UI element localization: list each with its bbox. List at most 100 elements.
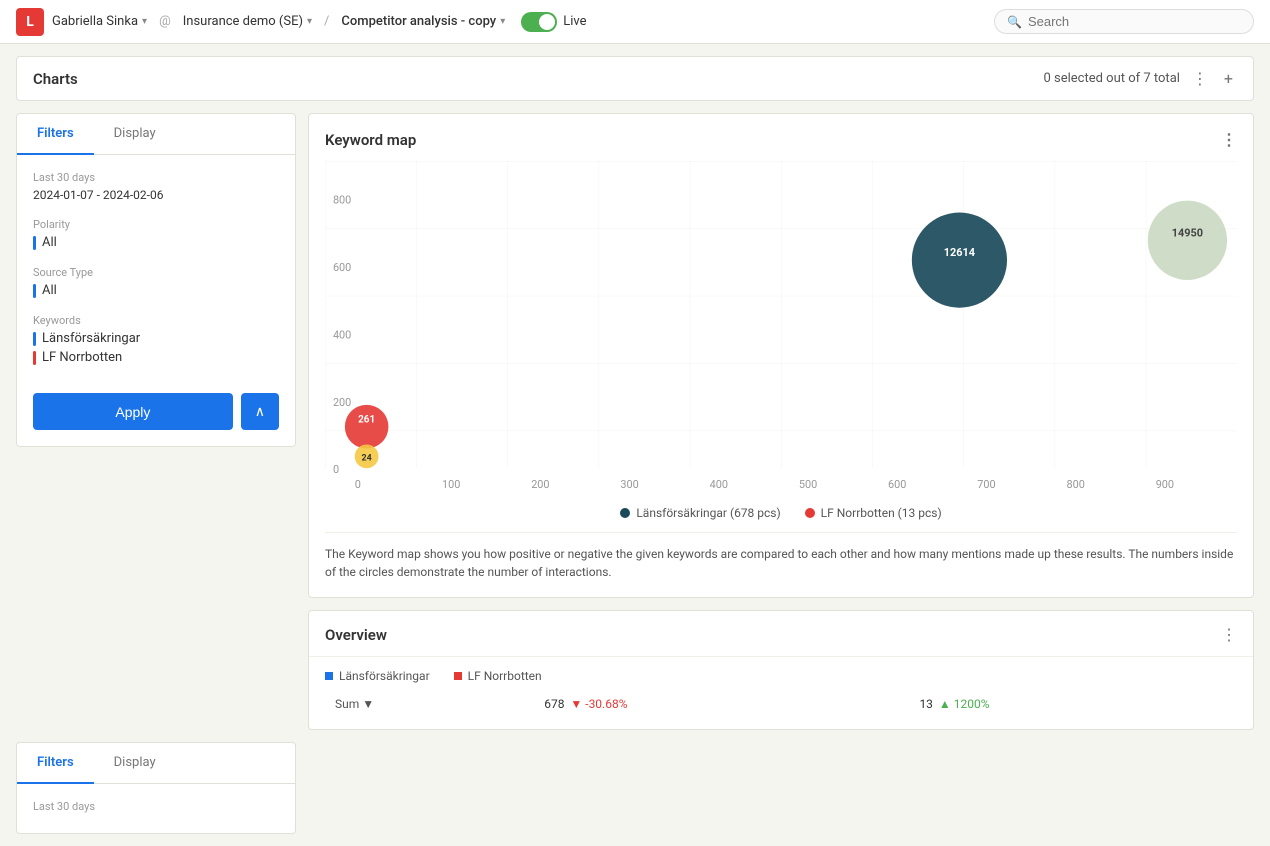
overview-legend: Länsförsäkringar LF Norrbotten (325, 669, 1237, 683)
svg-text:200: 200 (531, 478, 549, 491)
keyword-map-legend: Länsförsäkringar (678 pcs) LF Norrbotten… (325, 506, 1237, 520)
overview-body: Länsförsäkringar LF Norrbotten Sum ▼ (309, 657, 1253, 729)
overview-legend-sq-1 (325, 672, 333, 680)
polarity-bar (33, 236, 36, 250)
content-row: Filters Display Last 30 days 2024-01-07 … (16, 113, 1254, 730)
project-menu[interactable]: Competitor analysis - copy ▾ (341, 14, 505, 29)
tab-display-1[interactable]: Display (94, 114, 176, 155)
left-panel: Filters Display Last 30 days 2024-01-07 … (16, 113, 296, 730)
date-range-value: 2024-01-07 - 2024-02-06 (33, 188, 279, 202)
overview-legend-2: LF Norrbotten (454, 669, 542, 683)
charts-header: Charts 0 selected out of 7 total ⋮ + (16, 56, 1254, 101)
tab-display-2[interactable]: Display (94, 743, 176, 784)
project-chevron-icon: ▾ (500, 16, 505, 27)
source-type-value: All (33, 283, 279, 298)
live-label: Live (563, 14, 586, 29)
svg-text:700: 700 (977, 478, 995, 491)
workspace-chevron-icon: ▾ (307, 16, 312, 27)
tab-filters-2[interactable]: Filters (17, 743, 94, 784)
user-menu[interactable]: Gabriella Sinka ▾ (52, 14, 147, 29)
search-icon: 🔍 (1007, 15, 1022, 29)
keyword-map-card: Keyword map ⋮ 0 200 (308, 113, 1254, 598)
date-range-label: Last 30 days (33, 171, 279, 184)
navbar: L Gabriella Sinka ▾ @ Insurance demo (SE… (0, 0, 1270, 44)
svg-text:12614: 12614 (944, 246, 975, 259)
breadcrumb-sep2: / (324, 14, 329, 29)
legend-item-2: LF Norrbotten (13 pcs) (805, 506, 942, 520)
keyword-bar-1 (33, 332, 36, 346)
overview-change-1: ▼ -30.68% (570, 697, 627, 711)
overview-card: Overview ⋮ Länsförsäkringar LF Norrbotte… (308, 610, 1254, 730)
keyword-item-1: Länsförsäkringar (33, 331, 279, 346)
polarity-value: All (33, 235, 279, 250)
apply-button-1[interactable]: Apply (33, 393, 233, 430)
keyword-item-2: LF Norrbotten (33, 350, 279, 365)
filter-tabs-2: Filters Display (17, 743, 295, 784)
filter-card-1: Filters Display Last 30 days 2024-01-07 … (16, 113, 296, 447)
table-row: Sum ▼ 678 ▼ -30.68% 13 ▲ 1200% (327, 693, 1235, 715)
svg-text:900: 900 (1156, 478, 1174, 491)
workspace-menu[interactable]: Insurance demo (SE) ▾ (183, 14, 312, 29)
charts-title: Charts (33, 70, 78, 88)
svg-text:600: 600 (333, 261, 351, 274)
filter-body-2: Last 30 days (17, 784, 295, 833)
polarity-section: Polarity All (33, 218, 279, 250)
svg-text:400: 400 (333, 328, 351, 341)
keyword-bar-2 (33, 351, 36, 365)
right-panel: Keyword map ⋮ 0 200 (308, 113, 1254, 730)
search-input[interactable] (1028, 14, 1228, 29)
keywords-label: Keywords (33, 314, 279, 327)
charts-more-icon[interactable]: ⋮ (1188, 67, 1212, 90)
svg-text:600: 600 (888, 478, 906, 491)
charts-add-icon[interactable]: + (1220, 67, 1237, 90)
polarity-label: Polarity (33, 218, 279, 231)
live-toggle[interactable] (521, 12, 557, 32)
filter-body-1: Last 30 days 2024-01-07 - 2024-02-06 Pol… (17, 155, 295, 385)
svg-text:100: 100 (442, 478, 460, 491)
breadcrumb-sep1: @ (159, 14, 171, 29)
date-range-label-2: Last 30 days (33, 800, 279, 813)
svg-text:24: 24 (362, 453, 372, 463)
source-type-bar (33, 284, 36, 298)
overview-legend-sq-2 (454, 672, 462, 680)
svg-text:400: 400 (710, 478, 728, 491)
svg-text:261: 261 (358, 415, 375, 426)
keywords-section: Keywords Länsförsäkringar LF Norrbotten (33, 314, 279, 369)
overview-legend-1: Länsförsäkringar (325, 669, 430, 683)
svg-text:200: 200 (333, 396, 351, 409)
user-chevron-icon: ▾ (142, 16, 147, 27)
filter-tabs-1: Filters Display (17, 114, 295, 155)
keyword-map-description: The Keyword map shows you how positive o… (325, 532, 1237, 581)
svg-text:300: 300 (620, 478, 638, 491)
filter-actions-1: Apply ∧ (17, 393, 295, 430)
svg-text:800: 800 (333, 194, 351, 207)
source-type-label: Source Type (33, 266, 279, 279)
overview-row-label: Sum ▼ (327, 693, 534, 715)
legend-dot-1 (620, 508, 630, 518)
expand-button-1[interactable]: ∧ (241, 393, 279, 430)
keyword-map-more-icon[interactable]: ⋮ (1221, 130, 1237, 149)
overview-header: Overview ⋮ (309, 611, 1253, 657)
source-type-section: Source Type All (33, 266, 279, 298)
main-content: Charts 0 selected out of 7 total ⋮ + Fil… (0, 44, 1270, 846)
date-range-section: Last 30 days 2024-01-07 - 2024-02-06 (33, 171, 279, 202)
svg-text:500: 500 (799, 478, 817, 491)
legend-item-1: Länsförsäkringar (678 pcs) (620, 506, 780, 520)
legend-dot-2 (805, 508, 815, 518)
overview-table: Sum ▼ 678 ▼ -30.68% 13 ▲ 1200% (325, 691, 1237, 717)
overview-more-icon[interactable]: ⋮ (1221, 625, 1237, 644)
tab-filters-1[interactable]: Filters (17, 114, 94, 155)
svg-text:0: 0 (333, 463, 339, 476)
overview-title: Overview (325, 626, 387, 644)
toggle-knob (539, 14, 555, 30)
app-logo[interactable]: L (16, 8, 44, 36)
overview-change-2: ▲ 1200% (939, 697, 990, 711)
date-range-section-2: Last 30 days (33, 800, 279, 817)
charts-meta: 0 selected out of 7 total ⋮ + (1043, 67, 1237, 90)
svg-text:0: 0 (355, 478, 361, 491)
keyword-map-title-row: Keyword map ⋮ (325, 130, 1237, 149)
keyword-map-chart: 0 200 400 600 800 0 100 200 300 400 500 … (325, 161, 1237, 498)
search-bar[interactable]: 🔍 (994, 9, 1254, 34)
svg-text:800: 800 (1066, 478, 1084, 491)
svg-text:14950: 14950 (1172, 226, 1203, 239)
